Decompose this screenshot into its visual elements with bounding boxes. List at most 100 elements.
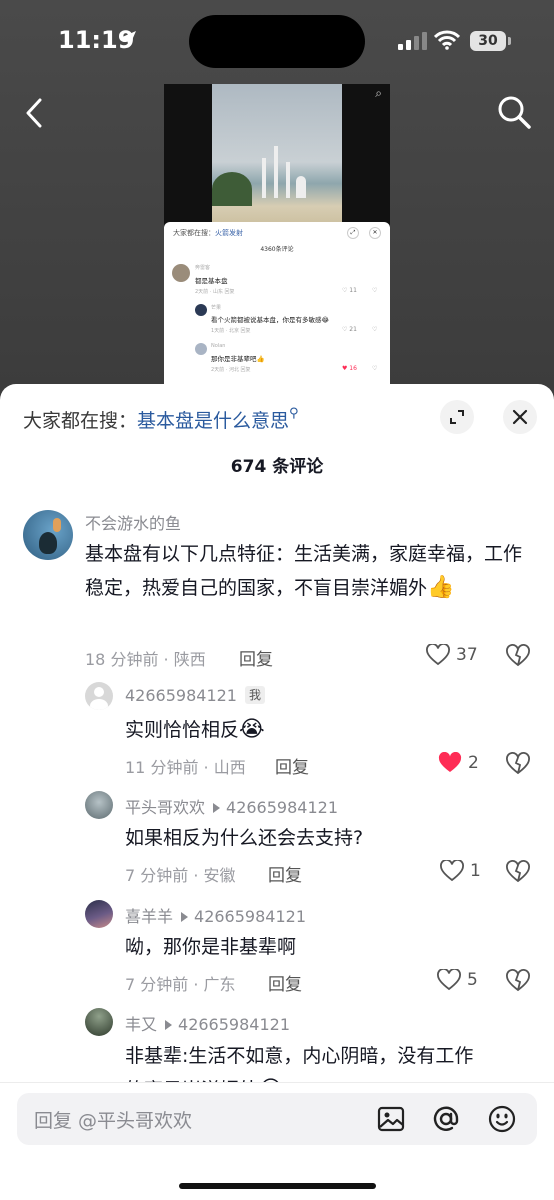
preview-username: 芒果: [211, 305, 222, 311]
avatar[interactable]: [85, 900, 113, 928]
preview-username: 奔雷客: [195, 265, 211, 271]
reply-button[interactable]: 回复: [239, 645, 273, 670]
post-image-preview[interactable]: ⌕ 大家都在搜：火箭发射 ⤢ ✕ 4360条评论 奔雷客 都是基本盘 2天前 ·…: [164, 84, 390, 384]
reply-button[interactable]: 回复: [268, 970, 302, 995]
like-button[interactable]: 37: [426, 644, 478, 666]
preview-close-icon: ✕: [369, 227, 381, 239]
battery-indicator: 30: [470, 31, 506, 51]
status-bar: 11:19 30: [0, 0, 554, 80]
preview-dislike-icon: ♡: [372, 287, 378, 294]
at-mention-icon[interactable]: [432, 1105, 460, 1133]
comment-username[interactable]: 不会游水的鱼: [85, 510, 181, 534]
me-badge: 我: [244, 686, 265, 704]
back-icon[interactable]: [20, 96, 50, 130]
preview-dislike-icon: ♡: [372, 365, 378, 372]
image-icon[interactable]: [377, 1105, 405, 1133]
comment-meta: 7 分钟前 · 安徽: [125, 866, 236, 885]
reply-input-placeholder: 回复 @平头哥欢欢: [34, 1110, 193, 1132]
battery-nub: [508, 37, 511, 45]
wifi-icon: [434, 30, 460, 50]
reply-to-arrow-icon: [165, 1020, 173, 1030]
preview-comment-count: 4360条评论: [260, 246, 294, 253]
cellular-signal-icon: [398, 32, 427, 50]
comment-text: 基本盘有以下几点特征：生活美满，家庭幸福，工作稳定，热爱自己的国家，不盲目崇洋媚…: [85, 543, 523, 600]
avatar[interactable]: [85, 791, 113, 819]
reply-to-username: 42665984121: [194, 907, 306, 926]
reply-to-username: 42665984121: [226, 798, 338, 817]
heart-outline-icon: [426, 644, 450, 666]
search-icon[interactable]: [496, 94, 532, 130]
preview-comment-text: 都是基本盘: [195, 277, 228, 285]
broken-heart-icon[interactable]: [506, 969, 530, 993]
rocket-tower: [274, 146, 278, 198]
like-count: 2: [468, 753, 479, 773]
heart-outline-icon: [437, 969, 461, 991]
avatar-figure: [53, 518, 61, 532]
preview-avatar: [195, 343, 207, 355]
comment-meta: 18 分钟前 · 陕西: [85, 650, 206, 669]
avatar[interactable]: [23, 510, 73, 560]
broken-heart-icon[interactable]: [506, 644, 530, 668]
preview-comment-text: 那你是非基辈吧👍: [211, 355, 265, 363]
dynamic-island: [189, 15, 365, 68]
reply-to-arrow-icon: [181, 912, 189, 922]
preview-search-hint: 大家都在搜：火箭发射: [173, 229, 243, 237]
reply-to-username: 42665984121: [178, 1015, 290, 1034]
heart-filled-icon: [438, 752, 462, 772]
comment-username[interactable]: 42665984121 我: [125, 686, 265, 705]
home-indicator: [179, 1183, 376, 1189]
thumbs-up-emoji: 👍: [427, 575, 455, 600]
reply-button[interactable]: 回复: [268, 861, 302, 886]
preview-avatar: [195, 304, 207, 316]
avatar-placeholder-head: [94, 687, 104, 697]
comment-username[interactable]: 平头哥欢欢 42665984121: [125, 794, 338, 818]
preview-avatar: [172, 264, 190, 282]
palm-tree-shape: [212, 172, 252, 206]
comment-text: 呦，那你是非基辈啊: [125, 936, 297, 958]
avatar-figure: [39, 532, 57, 554]
like-count: 5: [467, 970, 478, 990]
like-button[interactable]: 2: [438, 752, 479, 774]
heart-outline-icon: [440, 860, 464, 882]
like-button[interactable]: 5: [437, 969, 478, 991]
like-count: 37: [456, 645, 478, 665]
location-arrow-icon: [120, 31, 136, 47]
comment-username[interactable]: 喜羊羊 42665984121: [125, 903, 306, 927]
comment-meta: 11 分钟前 · 山西: [125, 758, 246, 777]
avatar-placeholder-body: [90, 699, 108, 710]
preview-comment-panel: 大家都在搜：火箭发射 ⤢ ✕ 4360条评论 奔雷客 都是基本盘 2天前 · 山…: [164, 222, 390, 384]
broken-heart-icon[interactable]: [506, 860, 530, 884]
preview-comment-meta: 2天前 · 河北 回复: [211, 367, 251, 373]
reply-to-arrow-icon: [213, 803, 221, 813]
comment-text: 实则恰恰相反😭: [125, 717, 265, 742]
preview-username: Nolan: [211, 343, 226, 349]
comment-sheet: 大家都在搜：基本盘是什么意思⚲ 674 条评论 不会游水的鱼 基本盘有以下几点特…: [0, 384, 554, 1200]
launch-video-thumbnail: [212, 84, 342, 226]
video-search-icon: ⌕: [375, 86, 382, 100]
reply-input-bar: 回复 @平头哥欢欢: [0, 1082, 554, 1200]
avatar[interactable]: [85, 682, 113, 710]
preview-like: ♡ 11: [342, 287, 357, 294]
like-button[interactable]: 1: [440, 860, 481, 882]
comment-username[interactable]: 丰又 42665984121: [125, 1011, 290, 1035]
comment-meta: 7 分钟前 · 广东: [125, 975, 236, 994]
reply-button[interactable]: 回复: [275, 753, 309, 778]
comment-list[interactable]: 不会游水的鱼 基本盘有以下几点特征：生活美满，家庭幸福，工作稳定，热爱自己的国家…: [0, 384, 554, 1087]
rocket-tower: [262, 158, 266, 198]
preview-comment-meta: 2天前 · 山东 回复: [195, 289, 235, 295]
preview-dislike-icon: ♡: [372, 326, 378, 333]
like-count: 1: [470, 861, 481, 881]
avatar[interactable]: [85, 1008, 113, 1036]
rocket-dome: [296, 176, 306, 198]
preview-comment-meta: 1天前 · 北京 回复: [211, 328, 251, 334]
comment-text: 如果相反为什么还会去支持?: [125, 827, 364, 849]
preview-expand-icon: ⤢: [347, 227, 359, 239]
reply-input[interactable]: 回复 @平头哥欢欢: [17, 1093, 537, 1145]
emoji-icon[interactable]: [488, 1105, 516, 1133]
preview-comment-text: 看个火箭都被说基本盘，你是有多敏感😂: [211, 316, 330, 324]
crying-emoji: 😭: [239, 717, 265, 742]
preview-like: ♥ 16: [342, 365, 357, 372]
broken-heart-icon[interactable]: [506, 752, 530, 776]
rocket-tower: [286, 162, 290, 198]
comment-text: 非基辈:生活不如意，内心阴暗，没有工作: [125, 1045, 474, 1067]
